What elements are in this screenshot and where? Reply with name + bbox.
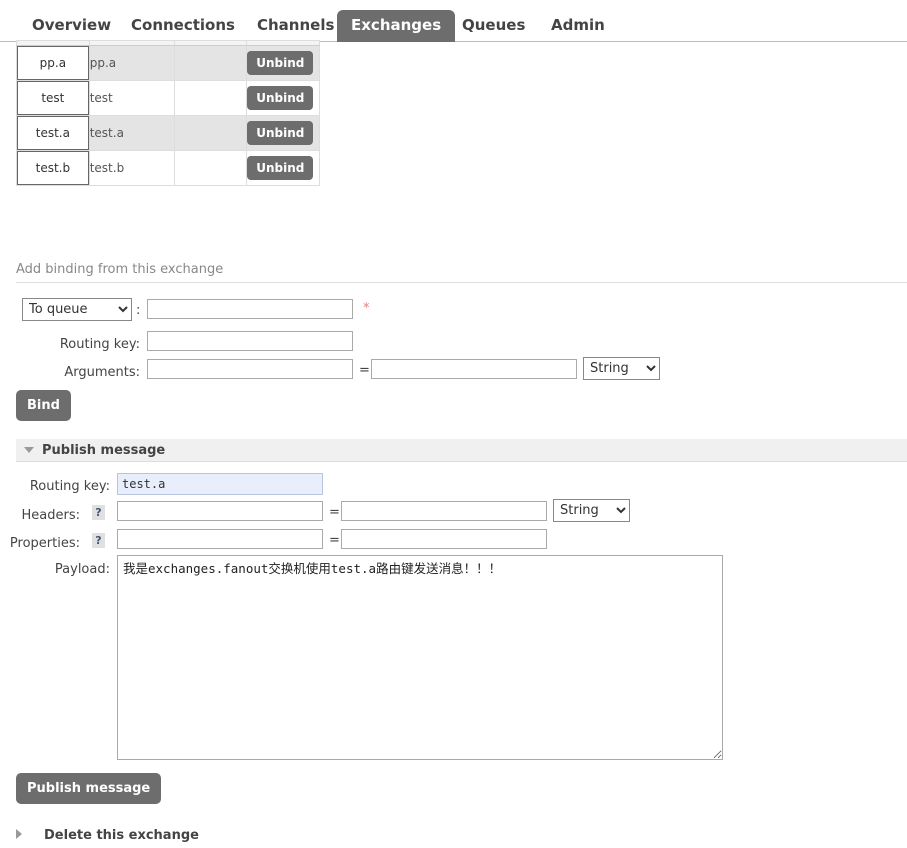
publish-headers-equals: = [329,505,340,520]
chevron-right-icon [16,829,22,839]
binding-arguments-value-input[interactable] [371,359,577,379]
nav-tab-queues[interactable]: Queues [448,10,539,42]
nav-tab-overview[interactable]: Overview [18,10,125,42]
chevron-down-icon [24,447,34,453]
binding-destination-cell: test.b [16,150,90,186]
publish-properties-key-input[interactable] [117,529,323,549]
publish-headers-type-select[interactable]: String [553,499,630,522]
queue-link[interactable]: test.a [17,116,89,150]
publish-properties-value-input[interactable] [341,529,547,549]
publish-headers-label: Headers: [21,508,81,523]
publish-payload-textarea[interactable]: 我是exchanges.fanout交换机使用test.a路由键发送消息！！！ [117,555,723,760]
binding-arguments-type-select[interactable]: String [583,357,660,380]
publish-message-button[interactable]: Publish message [16,773,162,804]
binding-destination-type-select[interactable]: To queue [22,298,132,321]
binding-routing-key-cell: test.b [88,150,175,186]
nav-tab-exchanges[interactable]: Exchanges [337,10,456,42]
table-row: test test Unbind [16,80,320,116]
add-binding-heading: Add binding from this exchange [16,262,907,283]
main-navigation: Overview Connections Channels Exchanges … [0,0,907,42]
nav-tab-connections[interactable]: Connections [117,10,249,42]
binding-routing-key-cell: test.a [88,115,175,151]
publish-headers-key-input[interactable] [117,501,323,521]
publish-properties-equals: = [329,533,340,548]
binding-action-cell: Unbind [246,80,320,116]
properties-help-icon[interactable]: ? [92,533,105,548]
binding-action-cell: Unbind [246,150,320,186]
queue-link[interactable]: pp.a [17,46,89,80]
queue-link[interactable]: test.b [17,151,89,185]
binding-destination-cell: test [16,80,90,116]
table-row: pp.a pp.a Unbind [16,45,320,81]
nav-tab-channels[interactable]: Channels [243,10,348,42]
table-row: test.b test.b Unbind [16,150,320,186]
binding-action-cell: Unbind [246,45,320,81]
destination-colon: : [136,303,141,318]
binding-arguments-cell [173,80,248,116]
bindings-table: pp.a pp.a Unbind test test Unbind test.a… [16,40,320,186]
unbind-button[interactable]: Unbind [247,121,314,145]
publish-properties-label: Properties: [9,536,80,551]
binding-arguments-key-input[interactable] [147,359,353,379]
queue-link[interactable]: test [17,81,89,115]
required-marker: * [363,301,370,316]
binding-arguments-cell [173,45,248,81]
unbind-button[interactable]: Unbind [247,51,314,75]
nav-tab-admin[interactable]: Admin [537,10,619,42]
headers-help-icon[interactable]: ? [92,505,105,520]
publish-routing-key-input[interactable] [117,473,323,495]
binding-arguments-cell [173,150,248,186]
binding-routing-key-cell: pp.a [88,45,175,81]
publish-message-section-header[interactable]: Publish message [16,439,907,462]
publish-message-title: Publish message [42,443,166,458]
binding-action-cell: Unbind [246,115,320,151]
binding-routing-key-cell: test [88,80,175,116]
binding-arguments-equals: = [359,363,370,378]
binding-destination-cell: pp.a [16,45,90,81]
binding-routing-key-input[interactable] [147,331,353,351]
unbind-button[interactable]: Unbind [247,156,314,180]
bind-button[interactable]: Bind [16,390,71,421]
delete-exchange-title[interactable]: Delete this exchange [44,828,199,843]
publish-headers-value-input[interactable] [341,501,547,521]
binding-destination-input[interactable] [147,299,353,319]
binding-routing-key-label: Routing key: [59,337,140,352]
binding-arguments-cell [173,115,248,151]
publish-payload-label: Payload: [54,562,110,577]
binding-arguments-label: Arguments: [64,365,140,380]
delete-exchange-section[interactable]: Delete this exchange [16,826,907,844]
binding-destination-cell: test.a [16,115,90,151]
publish-routing-key-label: Routing key: [29,479,110,494]
table-row: test.a test.a Unbind [16,115,320,151]
unbind-button[interactable]: Unbind [247,86,314,110]
